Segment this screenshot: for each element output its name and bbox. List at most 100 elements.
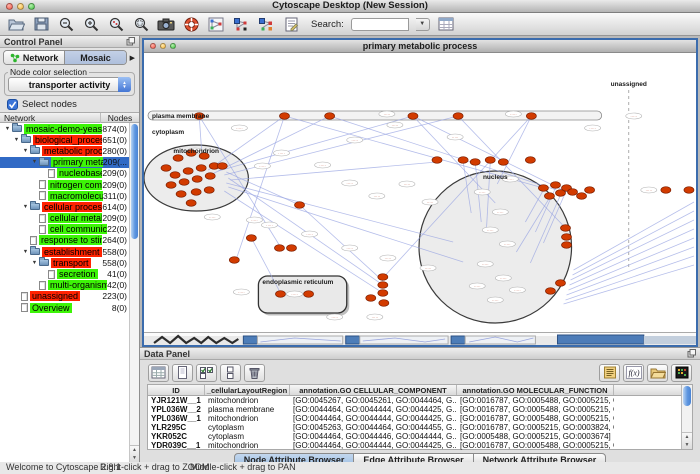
- column-header[interactable]: annotation.GO CELLULAR_COMPONENT: [290, 385, 457, 395]
- frame-minimize-button[interactable]: [160, 43, 166, 49]
- frame-close-button[interactable]: [150, 43, 156, 49]
- float-data-panel-icon[interactable]: [687, 349, 696, 358]
- table-scrollbar[interactable]: ▲▼: [681, 385, 692, 449]
- vizmapper-icon[interactable]: [257, 16, 275, 33]
- help-icon[interactable]: [182, 16, 200, 33]
- network-node[interactable]: [166, 182, 176, 189]
- network-node[interactable]: [498, 159, 508, 166]
- network-node[interactable]: [562, 242, 572, 249]
- network-node[interactable]: [562, 234, 572, 241]
- network-node[interactable]: [561, 225, 571, 232]
- network-view-titlebar[interactable]: primary metabolic process: [144, 40, 696, 53]
- network-node[interactable]: [661, 187, 671, 194]
- network-node[interactable]: [550, 182, 560, 189]
- search-dropdown-button[interactable]: ▼: [416, 18, 430, 31]
- network-node[interactable]: [246, 235, 256, 242]
- zoom-out-icon[interactable]: [57, 16, 75, 33]
- function-builder-icon[interactable]: f(x): [623, 364, 644, 382]
- network-node[interactable]: [366, 295, 376, 302]
- tree-column-nodes[interactable]: Nodes: [101, 113, 139, 123]
- tree-scrollbar-arrows[interactable]: ▲▼: [130, 445, 139, 462]
- tree-column-network[interactable]: Network: [0, 113, 101, 123]
- network-node[interactable]: [205, 173, 215, 180]
- network-node[interactable]: [179, 179, 189, 186]
- network-node[interactable]: [432, 157, 442, 164]
- network-node[interactable]: [196, 165, 206, 172]
- expand-arrow-icon[interactable]: ▼: [21, 249, 30, 255]
- network-node[interactable]: [217, 163, 227, 170]
- network-snapshot-icon[interactable]: [157, 16, 175, 33]
- tab-mosaic[interactable]: Mosaic: [64, 51, 125, 64]
- attribute-browser-icon[interactable]: [437, 16, 455, 33]
- network-node[interactable]: [183, 168, 193, 175]
- tree-item-transport[interactable]: ▼transport558(0): [0, 257, 139, 268]
- column-header[interactable]: ID: [148, 385, 205, 395]
- tab-scroll-right-icon[interactable]: ▶: [129, 54, 136, 62]
- attribute-matrix-icon[interactable]: [671, 364, 692, 382]
- network-node[interactable]: [485, 157, 495, 164]
- network-node[interactable]: [577, 193, 587, 200]
- network-node[interactable]: [191, 189, 201, 196]
- network-node[interactable]: [295, 202, 305, 209]
- network-node[interactable]: [544, 193, 554, 200]
- network-node[interactable]: [304, 291, 314, 298]
- tree-item-macromolecule[interactable]: macromolecule311(0): [0, 190, 139, 201]
- network-node[interactable]: [275, 291, 285, 298]
- tree-item-nitrogen-compo[interactable]: nitrogen compo209(0): [0, 179, 139, 190]
- open-session-icon[interactable]: [7, 16, 25, 33]
- annotation-icon[interactable]: [282, 16, 300, 33]
- unselect-attributes-icon[interactable]: [220, 364, 241, 382]
- network-node[interactable]: [458, 157, 468, 164]
- show-table-icon[interactable]: [148, 364, 169, 382]
- tree-item-overview[interactable]: Overview8(0): [0, 302, 139, 313]
- tree-item-nucleobase[interactable]: nucleobase-209(0): [0, 168, 139, 179]
- network-node[interactable]: [555, 190, 565, 197]
- table-row[interactable]: YJR121W__1mitochondrion[GO:0045267, GO:0…: [148, 396, 692, 405]
- zoom-fit-icon[interactable]: [132, 16, 150, 33]
- network-node[interactable]: [170, 172, 180, 179]
- network-node[interactable]: [453, 113, 463, 120]
- network-node[interactable]: [325, 113, 335, 120]
- background-windows-strip[interactable]: [144, 332, 696, 345]
- tree-scrollbar-thumb[interactable]: [131, 124, 138, 239]
- table-row[interactable]: YDR039C__1mitochondrion[GO:0044464, GO:0…: [148, 441, 692, 450]
- tree-item-biological-process[interactable]: ▼biological_process651(0): [0, 134, 139, 145]
- table-row[interactable]: YPL036W__2plasma membrane[GO:0044464, GO…: [148, 405, 692, 414]
- network-node[interactable]: [555, 280, 565, 287]
- zoom-selected-icon[interactable]: [107, 16, 125, 33]
- network-node[interactable]: [408, 113, 418, 120]
- network-node[interactable]: [545, 288, 555, 295]
- network-node[interactable]: [378, 290, 388, 297]
- tree-item-primary-metabol[interactable]: ▼primary metabol209(...: [0, 157, 139, 168]
- network-node[interactable]: [274, 245, 284, 252]
- zoom-button[interactable]: [28, 3, 35, 10]
- network-node[interactable]: [585, 187, 595, 194]
- network-node[interactable]: [204, 187, 214, 194]
- close-button[interactable]: [6, 3, 13, 10]
- tree-item-metabolic-process[interactable]: ▼metabolic process280(0): [0, 145, 139, 156]
- network-node[interactable]: [186, 200, 196, 207]
- network-node[interactable]: [287, 245, 297, 252]
- network-canvas[interactable]: ········································…: [144, 53, 696, 332]
- tree-item-response-to-stimulu[interactable]: response to stimulu264(0): [0, 235, 139, 246]
- column-header[interactable]: annotation.GO MOLECULAR_FUNCTION: [457, 385, 614, 395]
- tree-item-multi-organism-pro[interactable]: multi-organism pro42(0): [0, 280, 139, 291]
- network-node[interactable]: [192, 176, 202, 183]
- network-node[interactable]: [173, 155, 183, 162]
- tree-item-mosaic-demo-yeast[interactable]: ▼mosaic-demo-yeast874(0): [0, 123, 139, 134]
- tree-item-cellular-metabo[interactable]: cellular metabo209(0): [0, 213, 139, 224]
- create-attribute-icon[interactable]: [172, 364, 193, 382]
- expand-arrow-icon[interactable]: ▼: [30, 260, 39, 266]
- tree-item-unassigned[interactable]: unassigned223(0): [0, 291, 139, 302]
- table-scrollbar-arrows[interactable]: ▲▼: [682, 432, 692, 449]
- expand-arrow-icon[interactable]: ▼: [3, 126, 12, 132]
- network-node[interactable]: [684, 187, 694, 194]
- minimize-button[interactable]: [17, 3, 24, 10]
- manage-network-icon[interactable]: [207, 16, 225, 33]
- table-scrollbar-thumb[interactable]: [683, 386, 691, 406]
- tree-scrollbar[interactable]: ▲▼: [129, 123, 139, 462]
- expand-arrow-icon[interactable]: ▼: [21, 204, 30, 210]
- save-session-icon[interactable]: [32, 16, 50, 33]
- delete-attribute-icon[interactable]: [244, 364, 265, 382]
- float-panel-icon[interactable]: [126, 37, 135, 46]
